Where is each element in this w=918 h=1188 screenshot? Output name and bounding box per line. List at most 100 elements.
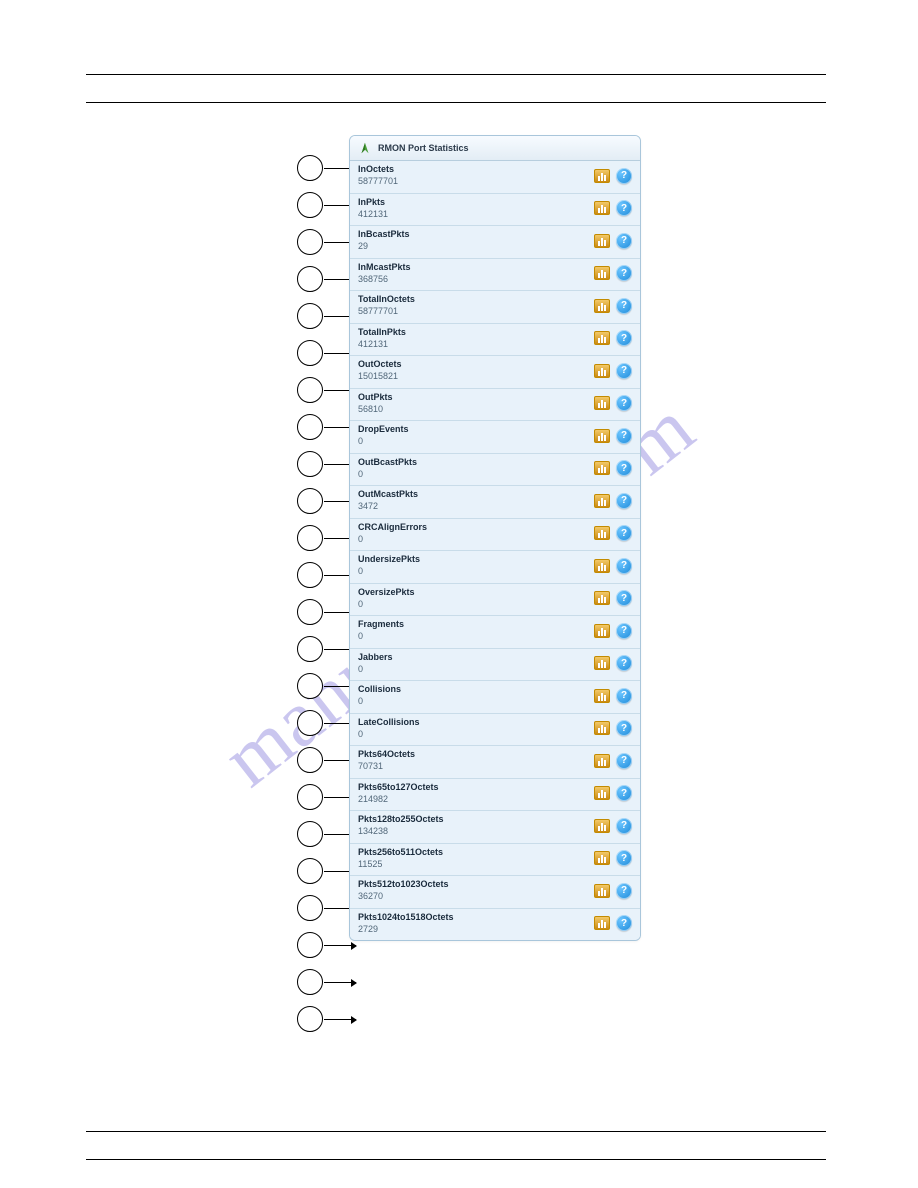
help-icon[interactable]: ? — [616, 233, 632, 249]
help-icon[interactable]: ? — [616, 298, 632, 314]
stat-value: 0 — [358, 664, 393, 675]
stat-text: InBcastPkts29 — [358, 229, 410, 253]
help-icon[interactable]: ? — [616, 785, 632, 801]
stat-row: DropEvents0? — [350, 420, 640, 453]
panel-title: RMON Port Statistics — [378, 143, 469, 153]
stat-value: 0 — [358, 566, 420, 577]
callout-circle — [297, 451, 323, 477]
help-icon[interactable]: ? — [616, 688, 632, 704]
help-icon[interactable]: ? — [616, 915, 632, 931]
stat-value: 412131 — [358, 209, 388, 220]
stat-actions: ? — [594, 590, 632, 606]
help-icon[interactable]: ? — [616, 818, 632, 834]
help-icon[interactable]: ? — [616, 460, 632, 476]
help-icon[interactable]: ? — [616, 883, 632, 899]
help-icon[interactable]: ? — [616, 168, 632, 184]
chart-icon[interactable] — [594, 169, 610, 183]
chart-icon[interactable] — [594, 364, 610, 378]
help-icon[interactable]: ? — [616, 558, 632, 574]
callout-circle — [297, 784, 323, 810]
chart-icon[interactable] — [594, 884, 610, 898]
help-icon[interactable]: ? — [616, 720, 632, 736]
stat-label: LateCollisions — [358, 717, 420, 728]
callout-circle — [297, 1006, 323, 1032]
bottom-rule-1 — [86, 1131, 826, 1132]
chart-icon[interactable] — [594, 754, 610, 768]
help-icon[interactable]: ? — [616, 753, 632, 769]
callout-circle — [297, 525, 323, 551]
stat-row: OversizePkts0? — [350, 583, 640, 616]
help-icon[interactable]: ? — [616, 623, 632, 639]
stat-value: 412131 — [358, 339, 406, 350]
chart-icon[interactable] — [594, 331, 610, 345]
chart-icon[interactable] — [594, 851, 610, 865]
chart-icon[interactable] — [594, 234, 610, 248]
stat-text: Pkts1024to1518Octets2729 — [358, 912, 454, 936]
callout-circle — [297, 414, 323, 440]
stat-actions: ? — [594, 200, 632, 216]
stat-text: OutOctets15015821 — [358, 359, 402, 383]
chart-icon[interactable] — [594, 559, 610, 573]
chart-icon[interactable] — [594, 461, 610, 475]
callout-circle — [297, 599, 323, 625]
chart-icon[interactable] — [594, 494, 610, 508]
help-icon[interactable]: ? — [616, 200, 632, 216]
stat-actions: ? — [594, 818, 632, 834]
chart-icon[interactable] — [594, 526, 610, 540]
help-icon[interactable]: ? — [616, 395, 632, 411]
help-icon[interactable]: ? — [616, 590, 632, 606]
chart-icon[interactable] — [594, 429, 610, 443]
stat-text: Pkts512to1023Octets36270 — [358, 879, 449, 903]
help-icon[interactable]: ? — [616, 655, 632, 671]
chart-icon[interactable] — [594, 721, 610, 735]
stat-value: 11525 — [358, 859, 443, 870]
stat-value: 3472 — [358, 501, 418, 512]
callout-circle — [297, 636, 323, 662]
stat-text: Pkts65to127Octets214982 — [358, 782, 439, 806]
stat-label: OutPkts — [358, 392, 393, 403]
stat-actions: ? — [594, 395, 632, 411]
chart-icon[interactable] — [594, 786, 610, 800]
stat-row: Pkts64Octets70731? — [350, 745, 640, 778]
chart-icon[interactable] — [594, 624, 610, 638]
stat-actions: ? — [594, 883, 632, 899]
stat-actions: ? — [594, 558, 632, 574]
stats-list: InOctets58777701?InPkts412131?InBcastPkt… — [350, 161, 640, 940]
chart-icon[interactable] — [594, 656, 610, 670]
callout-circle — [297, 673, 323, 699]
stat-value: 0 — [358, 696, 401, 707]
chart-icon[interactable] — [594, 591, 610, 605]
chart-icon[interactable] — [594, 266, 610, 280]
chart-icon[interactable] — [594, 201, 610, 215]
help-icon[interactable]: ? — [616, 363, 632, 379]
chart-icon[interactable] — [594, 689, 610, 703]
help-icon[interactable]: ? — [616, 330, 632, 346]
stat-label: InPkts — [358, 197, 388, 208]
chart-icon[interactable] — [594, 916, 610, 930]
chart-icon[interactable] — [594, 299, 610, 313]
stat-label: Pkts128to255Octets — [358, 814, 444, 825]
help-icon[interactable]: ? — [616, 850, 632, 866]
stat-label: OversizePkts — [358, 587, 415, 598]
stat-value: 368756 — [358, 274, 411, 285]
stat-row: InPkts412131? — [350, 193, 640, 226]
stat-row: Pkts1024to1518Octets2729? — [350, 908, 640, 941]
help-icon[interactable]: ? — [616, 265, 632, 281]
stat-actions: ? — [594, 233, 632, 249]
chart-icon[interactable] — [594, 396, 610, 410]
help-icon[interactable]: ? — [616, 525, 632, 541]
stat-text: InPkts412131 — [358, 197, 388, 221]
help-icon[interactable]: ? — [616, 428, 632, 444]
help-icon[interactable]: ? — [616, 493, 632, 509]
stat-label: DropEvents — [358, 424, 409, 435]
stat-text: OutPkts56810 — [358, 392, 393, 416]
stat-value: 0 — [358, 469, 417, 480]
stat-value: 56810 — [358, 404, 393, 415]
callout-circle — [297, 303, 323, 329]
stat-text: OutMcastPkts3472 — [358, 489, 418, 513]
stat-actions: ? — [594, 623, 632, 639]
callout-circle — [297, 932, 323, 958]
chart-icon[interactable] — [594, 819, 610, 833]
stat-value: 70731 — [358, 761, 415, 772]
stat-label: InOctets — [358, 164, 398, 175]
